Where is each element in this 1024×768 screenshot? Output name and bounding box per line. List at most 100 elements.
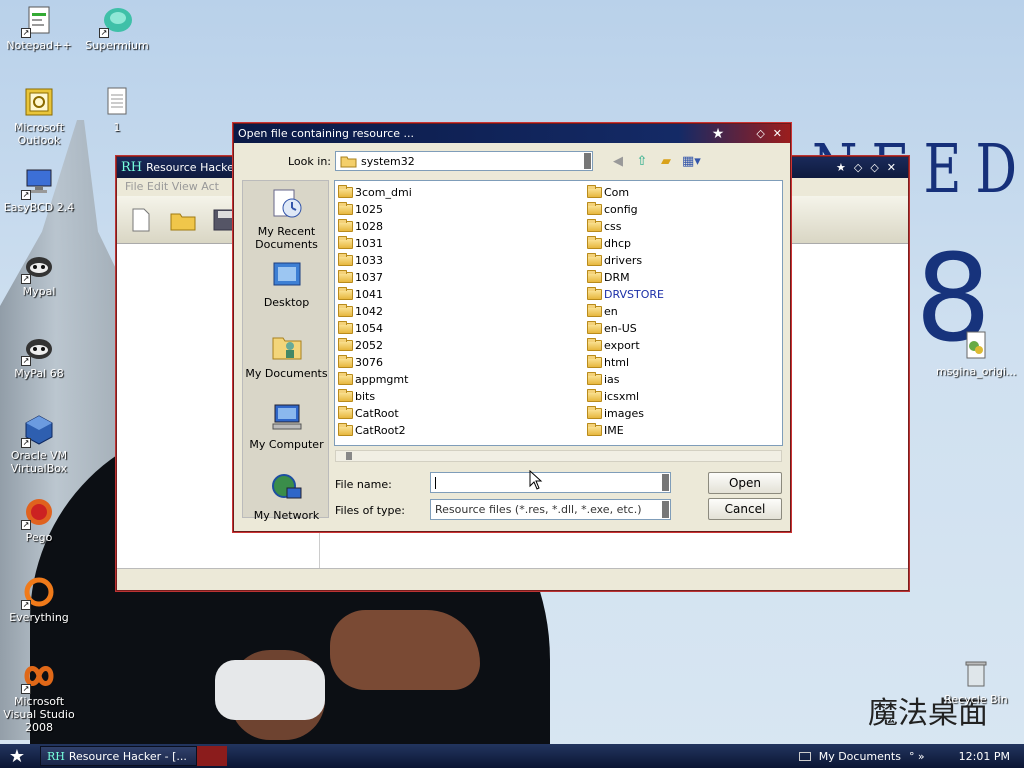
chevron-down-icon[interactable] — [584, 153, 591, 169]
folder-label: export — [604, 339, 640, 352]
dialog-titlebar[interactable]: Open file containing resource ... ★ ◇ ✕ — [234, 124, 790, 143]
resource-hacker-statusbar — [117, 568, 908, 590]
clock[interactable]: 12:01 PM — [959, 750, 1010, 763]
desktop-icon-visual-studio[interactable]: ↗ Microsoft Visual Studio 2008 — [0, 660, 78, 734]
restore-icon[interactable]: ◇ — [854, 161, 862, 174]
folder-item[interactable]: en-US — [587, 320, 664, 337]
folder-item[interactable]: DRVSTORE — [587, 286, 664, 303]
folder-label: CatRoot2 — [355, 424, 406, 437]
place-my-network[interactable]: My Network — [243, 472, 330, 536]
folder-item[interactable]: 3076 — [338, 354, 412, 371]
folder-item[interactable]: 3com_dmi — [338, 184, 412, 201]
back-icon[interactable]: ◀ — [610, 154, 626, 170]
taskbar-button-label: Resource Hacker - [... — [68, 749, 187, 763]
folder-item[interactable]: dhcp — [587, 235, 664, 252]
open-button[interactable]: Open — [708, 472, 782, 494]
desktop-icon-mypal68[interactable]: ↗ MyPal 68 — [0, 332, 78, 380]
folder-item[interactable]: bits — [338, 388, 412, 405]
view-menu-icon[interactable]: ▦▾ — [682, 154, 701, 170]
folder-icon — [587, 219, 602, 232]
desktop-icon-mypal[interactable]: ↗ Mypal — [0, 250, 78, 298]
desktop-icon-everything[interactable]: ↗ Everything — [0, 576, 78, 624]
folder-item[interactable]: 1033 — [338, 252, 412, 269]
minimize-icon[interactable]: ◇ — [870, 161, 878, 174]
tray-my-documents[interactable]: My Documents — [819, 750, 901, 763]
folder-item[interactable]: ias — [587, 371, 664, 388]
desktop-icon-recycle-bin[interactable]: Recycle Bin — [936, 658, 1016, 706]
folder-icon — [338, 202, 353, 215]
folder-item[interactable]: export — [587, 337, 664, 354]
recent-documents-icon — [273, 189, 301, 218]
taskbar-resource-hacker-button[interactable]: RH Resource Hacker - [... — [40, 746, 197, 766]
open-file-dialog[interactable]: Open file containing resource ... ★ ◇ ✕ … — [233, 123, 791, 532]
folder-item[interactable]: images — [587, 405, 664, 422]
desktop-icon-easybcd[interactable]: ↗ EasyBCD 2.4 — [0, 166, 78, 214]
look-in-combo[interactable]: system32 — [335, 151, 593, 171]
star-icon[interactable]: ★ — [712, 126, 725, 142]
desktop-icon-outlook[interactable]: Microsoft Outlook — [0, 86, 78, 147]
folder-item[interactable]: icsxml — [587, 388, 664, 405]
folder-item[interactable]: CatRoot2 — [338, 422, 412, 439]
folder-item[interactable]: drivers — [587, 252, 664, 269]
folder-item[interactable]: 1037 — [338, 269, 412, 286]
dialog-nav-buttons: ◀ ⇧ ▰ ▦▾ — [610, 154, 701, 170]
folder-item[interactable]: 1028 — [338, 218, 412, 235]
up-folder-icon[interactable]: ⇧ — [634, 154, 650, 170]
folder-label: dhcp — [604, 237, 631, 250]
files-of-type-select[interactable]: Resource files (*.res, *.dll, *.exe, etc… — [430, 499, 671, 520]
look-in-value: system32 — [361, 154, 415, 168]
folder-item[interactable]: DRM — [587, 269, 664, 286]
folder-item[interactable]: Com — [587, 184, 664, 201]
horizontal-scrollbar[interactable] — [335, 450, 782, 462]
notepadpp-icon: ↗ — [21, 4, 55, 38]
tray-expand-arrows[interactable]: ° » — [909, 750, 925, 763]
folder-item[interactable]: IME — [587, 422, 664, 439]
folder-icon — [587, 287, 602, 300]
folder-item[interactable]: en — [587, 303, 664, 320]
desktop-icon-pego[interactable]: ↗ Pego — [0, 496, 78, 544]
folder-item[interactable]: html — [587, 354, 664, 371]
close-icon[interactable]: ✕ — [773, 127, 782, 140]
file-name-input[interactable] — [430, 472, 671, 493]
folder-item[interactable]: 1054 — [338, 320, 412, 337]
new-folder-icon[interactable]: ▰ — [658, 154, 674, 170]
scrollbar-thumb[interactable] — [346, 452, 352, 460]
new-file-icon[interactable] — [127, 206, 155, 234]
desktop-icon-msgina[interactable]: msgina_origi... — [936, 330, 1017, 378]
desktop-icon-text-file[interactable]: 1 — [78, 86, 156, 134]
folder-item[interactable]: 1025 — [338, 201, 412, 218]
folder-label: 1041 — [355, 288, 383, 301]
folder-item[interactable]: config — [587, 201, 664, 218]
place-label: My Recent Documents — [255, 225, 318, 251]
folder-item[interactable]: 1042 — [338, 303, 412, 320]
folder-item[interactable]: appmgmt — [338, 371, 412, 388]
folder-item[interactable]: 2052 — [338, 337, 412, 354]
folder-label: bits — [355, 390, 376, 403]
open-folder-icon[interactable] — [169, 206, 197, 234]
desktop-icon-notepadpp[interactable]: ↗ Notepad++ — [0, 4, 78, 52]
place-recent-documents[interactable]: My Recent Documents — [243, 188, 330, 252]
desktop-icon-label: Everything — [9, 611, 69, 624]
cancel-button[interactable]: Cancel — [708, 498, 782, 520]
place-desktop[interactable]: Desktop — [243, 259, 330, 323]
keyboard-icon[interactable] — [798, 751, 811, 761]
place-my-documents[interactable]: My Documents — [243, 330, 330, 394]
wallpaper-hand-right — [330, 610, 480, 690]
desktop-icon-supermium[interactable]: ↗ Supermium — [78, 4, 156, 52]
folder-label: 3076 — [355, 356, 383, 369]
desktop-icon-virtualbox[interactable]: ↗ Oracle VM VirtualBox — [0, 414, 78, 475]
folder-item[interactable]: CatRoot — [338, 405, 412, 422]
folder-label: 1054 — [355, 322, 383, 335]
chevron-down-icon[interactable] — [662, 501, 669, 518]
help-icon[interactable]: ◇ — [756, 127, 764, 140]
chevron-down-icon[interactable] — [662, 474, 669, 491]
place-my-computer[interactable]: My Computer — [243, 401, 330, 465]
star-icon[interactable]: ★ — [836, 161, 846, 174]
folder-item[interactable]: 1041 — [338, 286, 412, 303]
folder-item[interactable]: css — [587, 218, 664, 235]
folder-item[interactable]: 1031 — [338, 235, 412, 252]
folder-label: config — [604, 203, 638, 216]
file-list-view[interactable]: 3com_dmi 1025 1028 1031 1033 1037 1041 1042 1054… — [334, 180, 783, 446]
start-star-icon[interactable]: ★ — [0, 746, 34, 767]
close-icon[interactable]: ✕ — [887, 161, 896, 174]
